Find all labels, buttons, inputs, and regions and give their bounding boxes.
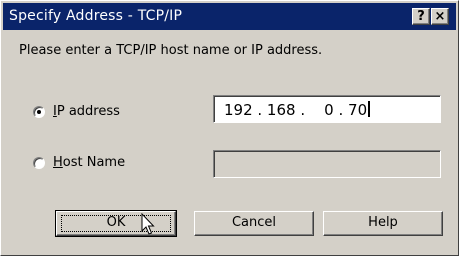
help-title-button[interactable]: ?	[412, 8, 430, 25]
ip-address-value: 192 . 168 . 0 . 70	[224, 101, 371, 119]
host-name-mnemonic: H	[53, 155, 63, 170]
cancel-button[interactable]: Cancel	[194, 211, 314, 236]
help-button-label: Help	[368, 215, 398, 230]
host-name-field[interactable]	[213, 150, 441, 178]
radio-selected-icon[interactable]	[33, 105, 45, 118]
host-name-label-rest: ost Name	[62, 155, 126, 170]
title-bar[interactable]: Specify Address - TCP/IP ? ×	[3, 3, 456, 30]
text-caret	[368, 101, 371, 117]
host-name-option[interactable]: Host Name	[33, 155, 125, 170]
mouse-pointer-icon	[141, 213, 155, 235]
help-button[interactable]: Help	[323, 211, 443, 236]
instruction-text: Please enter a TCP/IP host name or IP ad…	[19, 43, 323, 58]
close-button[interactable]: ×	[431, 8, 449, 25]
host-name-label[interactable]: Host Name	[53, 155, 125, 170]
ip-address-label[interactable]: IP address	[53, 104, 120, 119]
ip-address-label-rest: P address	[56, 104, 120, 119]
ip-address-field[interactable]: 192 . 168 . 0 . 70	[213, 95, 441, 123]
radio-unselected-icon[interactable]	[33, 156, 45, 169]
ok-button[interactable]: OK	[55, 210, 177, 237]
ip-address-option[interactable]: IP address	[33, 104, 120, 119]
cancel-button-label: Cancel	[231, 215, 277, 230]
tcpip-address-dialog: Specify Address - TCP/IP ? × Please ente…	[0, 0, 459, 256]
dialog-title: Specify Address - TCP/IP	[9, 8, 183, 24]
